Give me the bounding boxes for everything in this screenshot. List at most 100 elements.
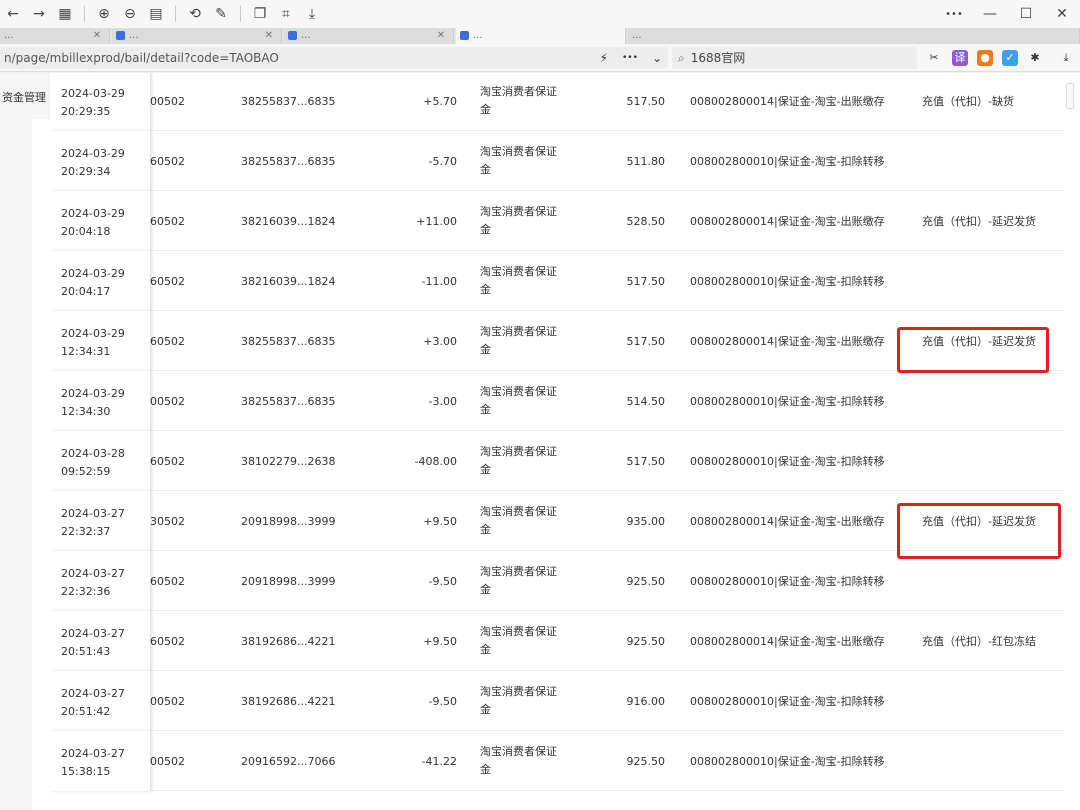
rotate-icon[interactable]: ⟲ [182,1,208,27]
subject-cell: 008002800010|保证金-淘宝-扣除转移 [690,695,885,708]
amount-cell: -9.50 [428,574,457,588]
balance-cell: 528.50 [626,214,666,228]
type-cell: 淘宝消费者保证金 [480,625,557,656]
order-cell: 38216039...1824 [241,214,336,228]
table-row: 2024-03-27 20:51:43 60502 38192686...4221 +9… [50,611,1065,671]
account-cell: 60502 [150,454,185,468]
date-text: 2024-03-29 [61,87,125,100]
puzzle-extension-icon[interactable]: ✱ [1027,50,1043,66]
tab-3[interactable]: ... ✕ [284,28,454,44]
tab-1[interactable]: ... ✕ [0,28,110,44]
reader-mode-icon[interactable]: ▤ [143,1,169,27]
window-controls: ••• — ☐ ✕ [936,0,1080,28]
account-cell: 60502 [150,274,185,288]
time-text: 15:38:15 [61,765,111,778]
more-dots-icon[interactable]: ••• [622,47,638,69]
amount-cell: +11.00 [416,214,457,228]
download-icon[interactable]: ⤓ [1058,50,1074,66]
datetime-cell: 2024-03-28 09:52:59 [50,431,150,491]
more-menu-icon[interactable]: ••• [936,1,972,27]
favicon-icon [116,30,125,40]
forward-icon[interactable]: → [26,1,52,27]
table-row: 2024-03-29 20:29:35 00502 38255837...6835 +5… [50,73,1065,131]
amount-cell: -41.22 [421,754,457,768]
time-text: 22:32:36 [61,585,111,598]
account-cell: 00502 [150,94,185,108]
account-cell: 60502 [150,214,185,228]
close-tab-icon[interactable]: ✕ [93,28,101,44]
table-row: 2024-03-27 22:32:36 60502 20918998...3999 -9… [50,551,1065,611]
edit-icon[interactable]: ✎ [208,1,234,27]
time-text: 20:04:18 [61,225,111,238]
balance-cell: 517.50 [626,454,666,468]
close-tab-icon[interactable]: ✕ [265,28,273,44]
type-cell: 淘宝消费者保证金 [480,685,557,716]
table-row: 2024-03-28 09:52:59 60502 38102279...2638 -4… [50,431,1065,491]
copy-icon[interactable]: ❐ [247,1,273,27]
note-cell: 充值（代扣）-缺货 [922,95,1014,108]
close-window-icon[interactable]: ✕ [1044,1,1080,27]
scrollbar[interactable] [1066,73,1080,810]
account-cell: 00502 [150,754,185,768]
balance-cell: 916.00 [626,694,666,708]
zoom-in-icon[interactable]: ⊕ [91,1,117,27]
bolt-icon[interactable]: ⚡ [600,47,608,69]
back-icon[interactable]: ← [0,1,26,27]
order-cell: 38255837...6835 [241,394,336,408]
subject-cell: 008002800010|保证金-淘宝-扣除转移 [690,275,885,288]
amount-cell: +9.50 [423,514,457,528]
balance-cell: 517.50 [626,274,666,288]
tab-4-active[interactable]: ... [456,28,626,44]
tab-label: ... [129,30,139,41]
order-cell: 38102279...2638 [241,454,336,468]
save-icon[interactable]: ⤓ [299,1,325,27]
apps-grid-icon[interactable]: ▦ [52,1,78,27]
type-cell: 淘宝消费者保证金 [480,505,557,536]
tab-strip: ... ✕ ... ✕ ... ✕ ... ... [0,28,1080,44]
screenshot-icon[interactable]: ⌗ [273,1,299,27]
tab-label: ... [4,30,14,41]
toolbar-divider [240,6,241,22]
type-cell: 淘宝消费者保证金 [480,325,557,356]
time-text: 20:51:43 [61,645,111,658]
sidebar-gap [32,119,50,810]
order-cell: 38255837...6835 [241,334,336,348]
balance-cell: 935.00 [626,514,666,528]
order-cell: 38255837...6835 [241,94,336,108]
tab-2[interactable]: ... ✕ [112,28,282,44]
scrollbar-thumb[interactable] [1066,83,1074,109]
subject-cell: 008002800010|保证金-淘宝-扣除转移 [690,575,885,588]
datetime-cell: 2024-03-29 20:29:34 [50,131,150,191]
amount-cell: +9.50 [423,634,457,648]
subject-cell: 008002800010|保证金-淘宝-扣除转移 [690,455,885,468]
order-cell: 38192686...4221 [241,634,336,648]
sidebar-item-fund-management[interactable]: 资金管理 [2,89,46,105]
account-cell: 60502 [150,634,185,648]
tab-5[interactable]: ... [628,28,1080,44]
subject-cell: 008002800014|保证金-淘宝-出账缴存 [690,635,885,648]
translate-extension-icon[interactable]: 译 [952,50,968,66]
datetime-cell: 2024-03-29 20:04:18 [50,191,150,251]
favicon-icon [288,30,297,40]
close-tab-icon[interactable]: ✕ [437,28,445,44]
note-cell: 充值（代扣）-红包冻结 [922,635,1036,648]
annotation-box-2 [897,503,1061,559]
scissors-icon[interactable]: ✂ [926,50,942,66]
address-bar[interactable]: n/page/mbillexprod/bail/detail?code=TAOB… [0,47,668,69]
toolbar-divider [84,6,85,22]
minimize-icon[interactable]: — [972,1,1008,27]
maximize-icon[interactable]: ☐ [1008,1,1044,27]
balance-cell: 514.50 [626,394,666,408]
time-text: 20:51:42 [61,705,111,718]
account-cell: 60502 [150,334,185,348]
zoom-out-icon[interactable]: ⊖ [117,1,143,27]
game-extension-icon[interactable]: ● [977,50,993,66]
check-extension-icon[interactable]: ✓ [1002,50,1018,66]
account-cell: 00502 [150,694,185,708]
chevron-down-icon[interactable]: ⌄ [652,47,662,69]
time-text: 20:04:17 [61,285,111,298]
time-text: 12:34:30 [61,405,111,418]
type-cell: 淘宝消费者保证金 [480,565,557,596]
subject-cell: 008002800010|保证金-淘宝-扣除转移 [690,755,885,768]
search-input[interactable]: ⌕ 1688官网 [672,47,917,69]
